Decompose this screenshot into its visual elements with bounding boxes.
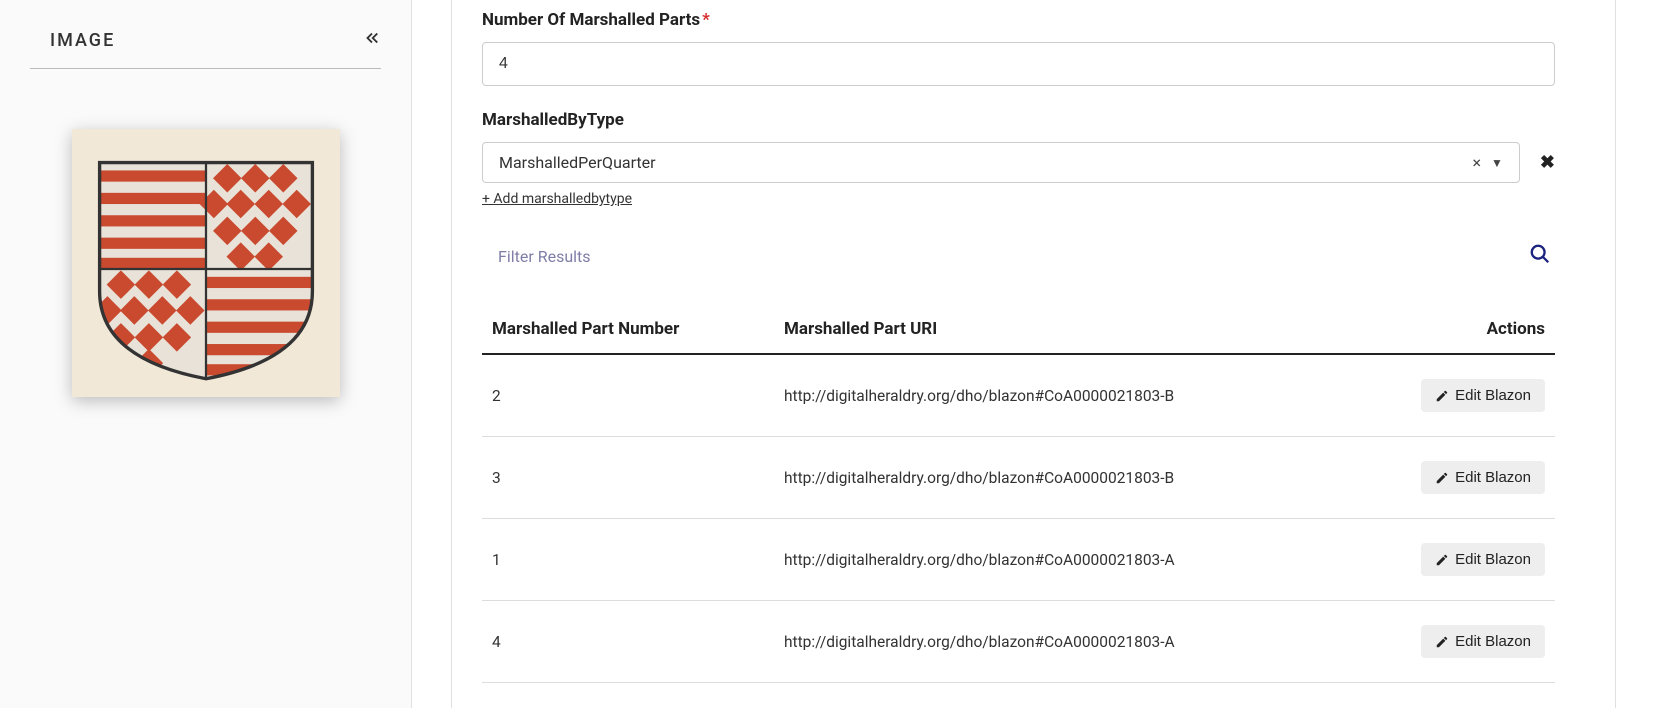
- table-row: 3http://digitalheraldry.org/dho/blazon#C…: [482, 437, 1555, 519]
- cell-part-uri: http://digitalheraldry.org/dho/blazon#Co…: [774, 354, 1352, 437]
- edit-blazon-label: Edit Blazon: [1455, 387, 1531, 404]
- pencil-icon: [1435, 471, 1449, 485]
- add-marshalledbytype-link[interactable]: + Add marshalledbytype: [482, 191, 632, 207]
- edit-blazon-button[interactable]: Edit Blazon: [1421, 625, 1545, 658]
- filter-results-input[interactable]: Filter Results: [498, 247, 591, 266]
- collapse-icon[interactable]: [363, 28, 381, 52]
- search-icon[interactable]: [1529, 243, 1551, 269]
- sidebar-title: IMAGE: [30, 30, 115, 51]
- col-actions: Actions: [1352, 305, 1555, 354]
- image-preview[interactable]: [72, 129, 340, 397]
- edit-blazon-button[interactable]: Edit Blazon: [1421, 379, 1545, 412]
- table-row: 2http://digitalheraldry.org/dho/blazon#C…: [482, 354, 1555, 437]
- parts-label-text: Number Of Marshalled Parts: [482, 10, 700, 30]
- table-row: 4http://digitalheraldry.org/dho/blazon#C…: [482, 601, 1555, 683]
- cell-actions: Edit Blazon: [1352, 354, 1555, 437]
- cell-actions: Edit Blazon: [1352, 601, 1555, 683]
- table-row: 1http://digitalheraldry.org/dho/blazon#C…: [482, 519, 1555, 601]
- cell-part-uri: http://digitalheraldry.org/dho/blazon#Co…: [774, 601, 1352, 683]
- pencil-icon: [1435, 553, 1449, 567]
- parts-input[interactable]: [482, 42, 1555, 86]
- type-select-value: MarshalledPerQuarter: [499, 153, 1472, 172]
- cell-actions: Edit Blazon: [1352, 437, 1555, 519]
- edit-blazon-button[interactable]: Edit Blazon: [1421, 461, 1545, 494]
- cell-part-number: 1: [482, 519, 774, 601]
- edit-blazon-label: Edit Blazon: [1455, 633, 1531, 650]
- edit-blazon-button[interactable]: Edit Blazon: [1421, 543, 1545, 576]
- cell-part-number: 2: [482, 354, 774, 437]
- type-select[interactable]: MarshalledPerQuarter × ▼: [482, 142, 1520, 183]
- heraldic-shield-image: [94, 157, 318, 381]
- cell-part-number: 4: [482, 601, 774, 683]
- sidebar-header: IMAGE: [30, 20, 381, 69]
- clear-icon[interactable]: ×: [1472, 153, 1481, 172]
- sidebar: IMAGE: [0, 0, 412, 708]
- chevron-down-icon[interactable]: ▼: [1491, 156, 1503, 170]
- required-asterisk: *: [702, 10, 710, 30]
- marshalled-parts-table: Marshalled Part Number Marshalled Part U…: [482, 305, 1555, 683]
- pencil-icon: [1435, 635, 1449, 649]
- cell-part-uri: http://digitalheraldry.org/dho/blazon#Co…: [774, 519, 1352, 601]
- cell-part-number: 3: [482, 437, 774, 519]
- col-part-number[interactable]: Marshalled Part Number: [482, 305, 774, 354]
- parts-label: Number Of Marshalled Parts*: [482, 10, 1555, 30]
- remove-item-icon[interactable]: ✖: [1540, 152, 1555, 173]
- edit-blazon-label: Edit Blazon: [1455, 551, 1531, 568]
- pencil-icon: [1435, 389, 1449, 403]
- main-content: Number Of Marshalled Parts* MarshalledBy…: [452, 0, 1616, 708]
- col-part-uri[interactable]: Marshalled Part URI: [774, 305, 1352, 354]
- edit-blazon-label: Edit Blazon: [1455, 469, 1531, 486]
- cell-part-uri: http://digitalheraldry.org/dho/blazon#Co…: [774, 437, 1352, 519]
- cell-actions: Edit Blazon: [1352, 519, 1555, 601]
- spacer: [412, 0, 452, 708]
- type-label: MarshalledByType: [482, 110, 1555, 130]
